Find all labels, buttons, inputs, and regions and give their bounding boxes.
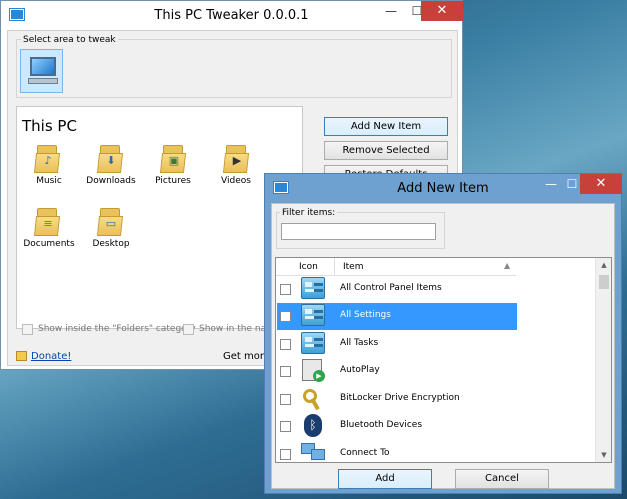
settings-icon [300,303,327,328]
items-listview[interactable]: Icon Item ▲ All Control Panel Items All … [275,257,612,463]
scrollbar-thumb[interactable] [599,275,609,289]
control-panel-icon [300,276,327,301]
get-more-link[interactable]: Get more [223,351,270,362]
item-label: All Control Panel Items [340,283,442,293]
dialog-titlebar[interactable]: Add New Item — ☐ ✕ [265,174,622,203]
item-checkbox[interactable] [280,394,291,405]
tasks-icon [300,331,327,356]
filter-label: Filter items: [280,208,338,218]
add-button[interactable]: Add [338,469,432,489]
computer-icon [28,57,58,85]
this-pc-area-button[interactable] [20,49,63,93]
show-nav-checkbox[interactable] [183,324,194,335]
donate-link[interactable]: Donate! [31,351,71,362]
column-header-icon[interactable]: Icon [299,262,318,272]
videos-folder-icon[interactable]: ▶ [222,143,250,175]
desktop-folder-icon[interactable]: ▭ [96,206,124,238]
column-header-item[interactable]: Item [343,262,364,272]
close-button[interactable]: ✕ [421,1,463,21]
show-nav-label: Show in the navi [199,324,274,334]
filter-groupbox: Filter items: [276,208,445,249]
item-label: AutoPlay [340,365,380,375]
panel-title: This PC [22,117,77,135]
scroll-up-arrow-icon[interactable]: ▲ [596,258,611,272]
folder-label-pictures: Pictures [155,176,191,186]
list-item[interactable]: ᛒ Bluetooth Devices [277,413,517,440]
item-checkbox[interactable] [280,421,291,432]
remove-selected-button[interactable]: Remove Selected [324,141,448,160]
folder-label-desktop: Desktop [92,239,130,249]
autoplay-icon: ▶ [300,358,327,383]
list-header: Icon Item ▲ [276,258,516,276]
item-label: All Tasks [340,338,379,348]
dialog-minimize-button[interactable]: — [538,174,564,194]
folder-label-downloads: Downloads [86,176,136,186]
scroll-down-arrow-icon[interactable]: ▼ [596,448,611,462]
item-checkbox[interactable] [280,339,291,350]
downloads-folder-icon[interactable]: ⬇ [96,143,124,175]
list-item[interactable]: BitLocker Drive Encryption [277,386,517,413]
filter-input[interactable] [281,223,436,240]
list-item[interactable]: ▶ AutoPlay [277,358,517,385]
select-area-label: Select area to tweak [21,35,118,45]
item-label: All Settings [340,310,391,320]
pictures-folder-icon[interactable]: ▣ [159,143,187,175]
bluetooth-icon: ᛒ [300,413,327,438]
folder-label-music: Music [36,176,62,186]
connect-to-icon [300,441,327,462]
add-new-item-button[interactable]: Add New Item [324,117,448,136]
dialog-client-area: Filter items: Icon Item ▲ All Control Pa… [271,203,615,489]
documents-folder-icon[interactable]: ≡ [33,206,61,238]
vertical-scrollbar[interactable]: ▲ ▼ [595,258,611,462]
main-titlebar[interactable]: This PC Tweaker 0.0.0.1 — ☐ ✕ [1,1,463,30]
item-checkbox[interactable] [280,449,291,460]
show-folders-label: Show inside the "Folders" category [38,324,196,334]
item-label: Bluetooth Devices [340,420,423,430]
item-checkbox[interactable] [280,284,291,295]
sort-arrow-icon: ▲ [504,261,511,270]
list-item[interactable]: Connect To [277,441,517,462]
dialog-close-button[interactable]: ✕ [580,174,622,194]
item-checkbox[interactable] [280,366,291,377]
list-item-selected[interactable]: All Settings [277,303,517,330]
bitlocker-key-icon [300,386,327,411]
item-label: Connect To [340,448,390,458]
add-new-item-dialog: Add New Item — ☐ ✕ Filter items: Icon It… [264,173,622,494]
minimize-button[interactable]: — [378,1,404,21]
dialog-maximize-button[interactable]: ☐ [564,174,580,194]
music-folder-icon[interactable]: ♪ [33,143,61,175]
cancel-button[interactable]: Cancel [455,469,549,489]
area-groupbox: Select area to tweak [16,35,452,98]
list-item[interactable]: All Control Panel Items [277,276,517,303]
item-label: BitLocker Drive Encryption [340,393,460,403]
list-item[interactable]: All Tasks [277,331,517,358]
show-folders-checkbox[interactable] [22,324,33,335]
folder-label-videos: Videos [221,176,251,186]
item-checkbox[interactable] [280,311,291,322]
donate-icon [16,351,27,361]
items-panel: This PC ♪ Music ⬇ Downloads ▣ Pictures ▶… [16,106,303,335]
folder-label-documents: Documents [23,239,75,249]
